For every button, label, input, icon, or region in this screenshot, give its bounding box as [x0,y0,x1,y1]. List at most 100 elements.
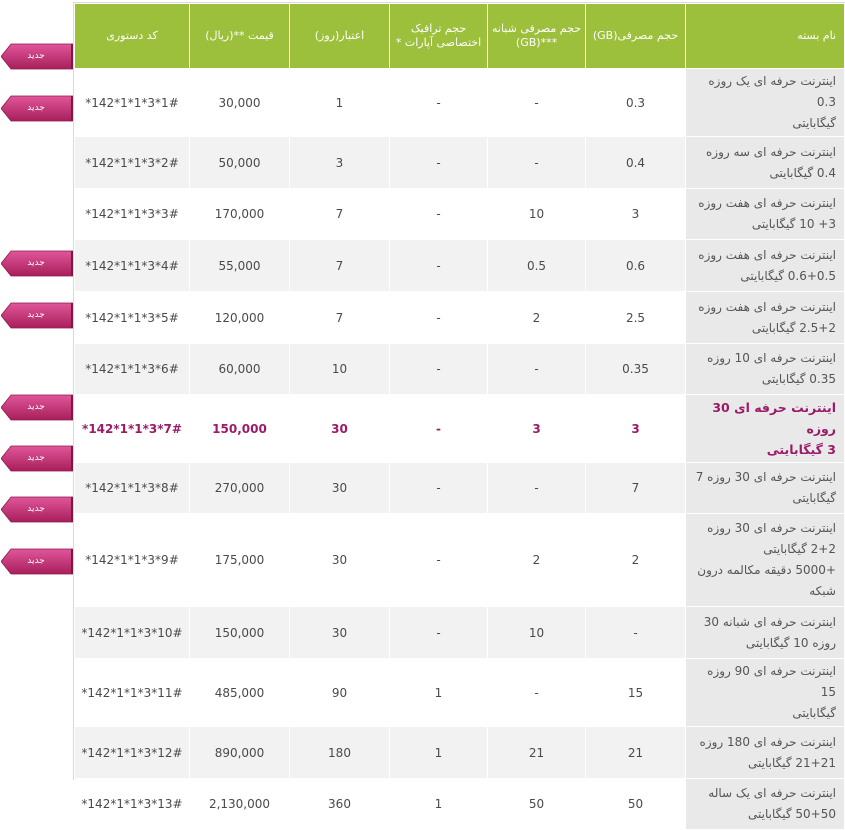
new-badge-label: جدید [27,258,45,268]
volume-cell: 0.35 [585,343,686,395]
package-name-cell: اینترنت حرفه ای شبانه 30 روزه 10 گیگابایت… [685,606,845,659]
night-volume-cell: 2 [487,513,586,607]
ussd-code-cell: *142*1*1*3*8# [74,462,190,514]
header-ussd-code: کد دستوری [74,3,190,69]
ussd-code-cell: *142*1*1*3*5# [74,291,190,344]
internet-packages-table: نام بسته حجم مصرفی(GB) حجم مصرفی شبانه *… [74,3,845,830]
table-row: اینترنت حرفه ای یک روزه 0.3 گیگابایتی 0.3-… [74,68,845,137]
price-cell: 60,000 [189,343,290,395]
new-badge-label: جدید [27,402,45,412]
aparat-traffic-cell: - [389,606,488,659]
table-row: اینترنت حرفه ای 30 روزه 7 گیگابایتی 7- -30 2… [74,462,845,514]
ussd-code-cell: *142*1*1*3*6# [74,343,190,395]
table-row: اینترنت حرفه ای 90 روزه 15 گیگابایتی 15-1 9… [74,658,845,727]
ussd-code-cell: *142*1*1*3*11# [74,658,190,727]
volume-cell: 3 [585,188,686,240]
new-badge: جدید [1,548,75,575]
new-badge-label: جدید [27,310,45,320]
price-cell: 30,000 [189,68,290,137]
validity-days-cell: 180 [289,726,390,779]
package-name-line: اینترنت حرفه ای 10 روزه [707,351,836,365]
table-row: اینترنت حرفه ای 180 روزه 21+21 گیگابایتی 2… [74,726,845,779]
night-volume-cell: - [487,343,586,395]
package-name-line: شبکه [809,584,836,598]
new-badge: جدید [1,302,75,329]
validity-days-cell: 30 [289,462,390,514]
price-cell: 50,000 [189,136,290,189]
table-header-row: نام بسته حجم مصرفی(GB) حجم مصرفی شبانه *… [74,3,845,69]
volume-cell: 0.3 [585,68,686,137]
validity-days-cell: 30 [289,606,390,659]
packages-table-container: نام بسته حجم مصرفی(GB) حجم مصرفی شبانه *… [73,2,845,830]
package-name-cell: اینترنت حرفه ای یک ساله 50+50 گیگابایتی [685,778,845,830]
package-name-line: +5000 دقیقه مکالمه درون [697,563,836,577]
validity-days-cell: 30 [289,513,390,607]
package-name-line: گیگابایتی [792,706,836,720]
package-name-cell: اینترنت حرفه ای هفت روزه 0.6+0.5 گیگابایت… [685,239,845,292]
ussd-code-cell: *142*1*1*3*1# [74,68,190,137]
aparat-traffic-cell: - [389,343,488,395]
volume-cell: 2.5 [585,291,686,344]
new-badge: جدید [1,95,75,122]
package-name-line: روزه 10 گیگابایتی [745,635,836,650]
package-name-line: 0.4 گیگابایتی [769,165,836,180]
new-badge-label: جدید [27,556,45,566]
package-name-line: اینترنت حرفه ای هفت روزه [698,299,836,314]
night-volume-cell: - [487,68,586,137]
package-name-line: اینترنت حرفه ای شبانه 30 [703,614,836,629]
package-name-line: اینترنت حرفه ای 30 روزه 7 [695,470,836,484]
volume-cell: 50 [585,778,686,830]
price-cell: 150,000 [189,394,290,463]
package-name-line: 0.6+0.5 گیگابایتی [740,268,836,283]
aparat-traffic-cell: - [389,188,488,240]
package-name-line: اینترنت حرفه ای 180 روزه [699,734,836,749]
aparat-traffic-cell: 1 [389,726,488,779]
price-cell: 890,000 [189,726,290,779]
validity-days-cell: 7 [289,188,390,240]
price-cell: 120,000 [189,291,290,344]
package-name-cell: اینترنت حرفه ای 30 روزه 7 گیگابایتی [685,462,845,514]
package-name-cell: اینترنت حرفه ای هفت روزه 2.5+2 گیگابایتی [685,291,845,344]
package-name-line: گیگابایتی [792,116,836,130]
package-name-line: 21+21 گیگابایتی [748,755,836,770]
validity-days-cell: 7 [289,239,390,292]
package-name-line: اینترنت حرفه ای 90 روزه 15 [707,664,836,699]
ussd-code-cell: *142*1*1*3*13# [74,778,190,830]
ussd-code-cell: *142*1*1*3*2# [74,136,190,189]
header-price: قیمت **(ریال) [189,3,290,69]
table-row: اینترنت حرفه ای شبانه 30 روزه 10 گیگابایت… [74,606,845,659]
package-name-line: 3+ 10 گیگابایتی [751,217,836,231]
package-name-cell: اینترنت حرفه ای هفت روزه 3+ 10 گیگابایتی [685,188,845,240]
package-name-cell: اینترنت حرفه ای 90 روزه 15 گیگابایتی [685,658,845,727]
header-aparat-traffic: حجم ترافیک اختصاصی آپارات * [389,3,488,69]
validity-days-cell: 30 [289,394,390,463]
package-name-cell: اینترنت حرفه ای یک روزه 0.3 گیگابایتی [685,68,845,137]
header-night-volume: حجم مصرفی شبانه ***(GB) [487,3,586,69]
validity-days-cell: 10 [289,343,390,395]
price-cell: 55,000 [189,239,290,292]
validity-days-cell: 1 [289,68,390,137]
night-volume-cell: 21 [487,726,586,779]
ussd-code-cell: *142*1*1*3*9# [74,513,190,607]
validity-days-cell: 90 [289,658,390,727]
package-name-cell: اینترنت حرفه ای 180 روزه 21+21 گیگابایتی [685,726,845,779]
ussd-code-cell: *142*1*1*3*10# [74,606,190,659]
aparat-traffic-cell: - [389,68,488,137]
header-package-name: نام بسته [685,3,845,69]
new-badge-label: جدید [27,51,45,61]
night-volume-cell: 3 [487,394,586,463]
price-cell: 270,000 [189,462,290,514]
package-name-line: اینترنت حرفه ای سه روزه [705,144,836,159]
aparat-traffic-cell: - [389,394,488,463]
ussd-code-cell: *142*1*1*3*3# [74,188,190,240]
new-badge: جدید [1,394,75,421]
table-row: اینترنت حرفه ای یک ساله 50+50 گیگابایتی 50… [74,778,845,830]
table-row: اینترنت حرفه ای 30 روزه 2+2 گیگابایتی +500… [74,513,845,607]
package-name-line: 3 گیگابایتی [766,442,836,457]
volume-cell: - [585,606,686,659]
header-validity-days: اعتبار(روز) [289,3,390,69]
table-row: اینترنت حرفه ای هفت روزه 3+ 10 گیگابایتی 3… [74,188,845,240]
package-name-line: 2.5+2 گیگابایتی [751,320,836,335]
night-volume-cell: - [487,658,586,727]
ussd-code-cell: *142*1*1*3*4# [74,239,190,292]
